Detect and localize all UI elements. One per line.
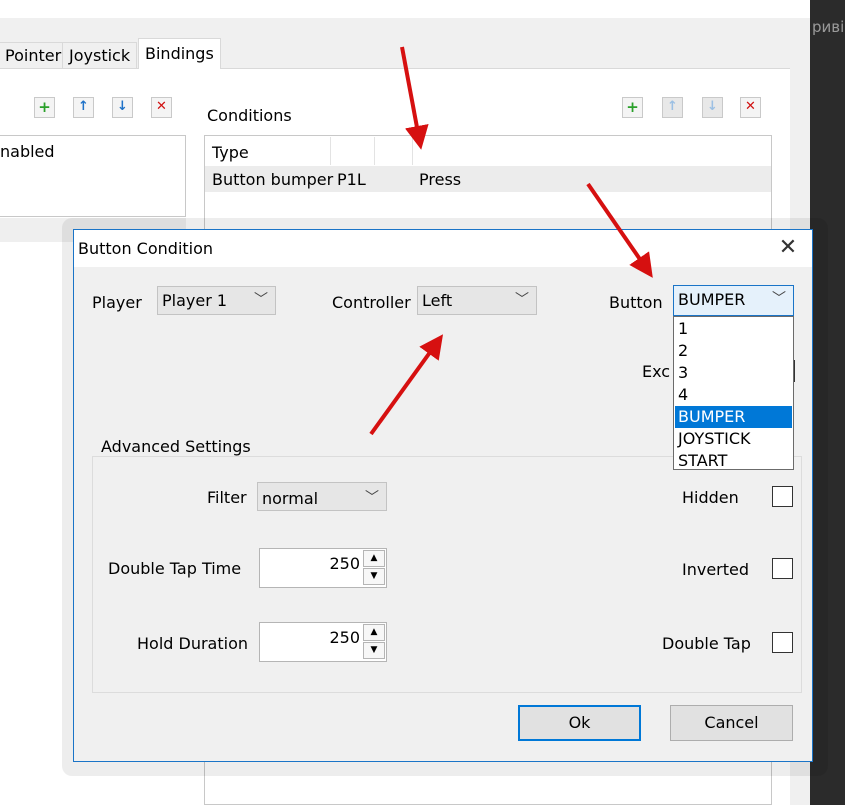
column-separator xyxy=(412,137,413,165)
column-separator xyxy=(374,137,375,165)
spin-down-icon[interactable]: ▼ xyxy=(363,568,385,585)
delete-condition-icon[interactable]: ✕ xyxy=(740,97,761,118)
dark-panel-text: риві xyxy=(812,18,845,36)
double-tap-time-value[interactable]: 250 xyxy=(329,554,360,573)
move-down-icon[interactable]: ↓ xyxy=(112,97,133,118)
dropdown-option[interactable]: 4 xyxy=(675,384,792,406)
cell-player: P1L xyxy=(337,170,366,189)
cell-type: Button bumper xyxy=(212,170,334,189)
double-tap-label: Double Tap xyxy=(662,634,751,653)
tab-pointer[interactable]: Pointer xyxy=(0,42,69,68)
button-label: Button xyxy=(609,293,663,312)
close-icon[interactable]: ✕ xyxy=(776,235,800,261)
double-tap-checkbox[interactable] xyxy=(772,632,793,653)
background-top-strip xyxy=(0,0,810,18)
spin-up-icon[interactable]: ▲ xyxy=(363,550,385,567)
spin-up-icon[interactable]: ▲ xyxy=(363,624,385,641)
chevron-down-icon: ﹀ xyxy=(254,292,268,308)
delete-icon[interactable]: ✕ xyxy=(151,97,172,118)
dropdown-option-selected[interactable]: BUMPER xyxy=(675,406,792,428)
button-select[interactable]: BUMPER ﹀ xyxy=(673,285,794,316)
move-down-condition-icon[interactable]: ↓ xyxy=(702,97,723,118)
conditions-header xyxy=(205,137,771,165)
column-separator xyxy=(330,137,331,165)
player-label: Player xyxy=(92,293,142,312)
dropdown-option[interactable]: START xyxy=(675,450,792,472)
player-select-value: Player 1 xyxy=(162,291,228,310)
cancel-button[interactable]: Cancel xyxy=(670,705,793,741)
hold-duration-value[interactable]: 250 xyxy=(329,628,360,647)
double-tap-time-label: Double Tap Time xyxy=(108,559,242,578)
hold-duration-label: Hold Duration xyxy=(137,634,248,653)
chevron-down-icon: ﹀ xyxy=(365,490,379,506)
hidden-checkbox[interactable] xyxy=(772,486,793,507)
bindings-list[interactable]: nabled xyxy=(0,135,186,217)
controller-label: Controller xyxy=(332,293,411,312)
controller-select-value: Left xyxy=(422,291,453,310)
filter-select-value: normal xyxy=(262,489,319,508)
list-item[interactable]: nabled xyxy=(0,142,55,161)
player-select[interactable]: Player 1 ﹀ xyxy=(157,286,276,315)
dropdown-option[interactable]: JOYSTICK xyxy=(675,428,792,450)
cell-event: Press xyxy=(419,170,462,189)
spin-down-icon[interactable]: ▼ xyxy=(363,642,385,659)
double-tap-time-stepper[interactable]: 250 ▲ ▼ xyxy=(259,548,387,588)
controller-select[interactable]: Left ﹀ xyxy=(417,286,537,315)
conditions-label: Conditions xyxy=(207,106,292,125)
add-condition-icon[interactable]: + xyxy=(622,97,643,118)
dropdown-option[interactable]: 2 xyxy=(675,340,792,362)
inverted-label: Inverted xyxy=(682,560,750,579)
dropdown-option[interactable]: 1 xyxy=(675,318,792,340)
column-header-type[interactable]: Type xyxy=(212,143,249,162)
exclusive-label-partial: Exc xyxy=(642,362,671,381)
filter-select[interactable]: normal ﹀ xyxy=(257,482,387,511)
tab-bindings[interactable]: Bindings xyxy=(138,38,221,69)
chevron-down-icon: ﹀ xyxy=(515,292,529,308)
add-icon[interactable]: + xyxy=(34,97,55,118)
button-select-value: BUMPER xyxy=(678,290,746,309)
chevron-down-icon: ﹀ xyxy=(772,291,786,307)
button-dropdown-list[interactable]: 1 2 3 4 BUMPER JOYSTICK START xyxy=(673,316,794,470)
move-up-icon[interactable]: ↑ xyxy=(73,97,94,118)
dialog-title: Button Condition xyxy=(78,239,214,258)
dropdown-option[interactable]: 3 xyxy=(675,362,792,384)
hold-duration-stepper[interactable]: 250 ▲ ▼ xyxy=(259,622,387,662)
filter-label: Filter xyxy=(207,488,247,507)
inverted-checkbox[interactable] xyxy=(772,558,793,579)
advanced-settings-title: Advanced Settings xyxy=(97,437,255,456)
move-up-condition-icon[interactable]: ↑ xyxy=(662,97,683,118)
tab-joystick[interactable]: Joystick xyxy=(62,42,138,68)
hidden-label: Hidden xyxy=(682,488,739,507)
ok-button[interactable]: Ok xyxy=(518,705,641,741)
